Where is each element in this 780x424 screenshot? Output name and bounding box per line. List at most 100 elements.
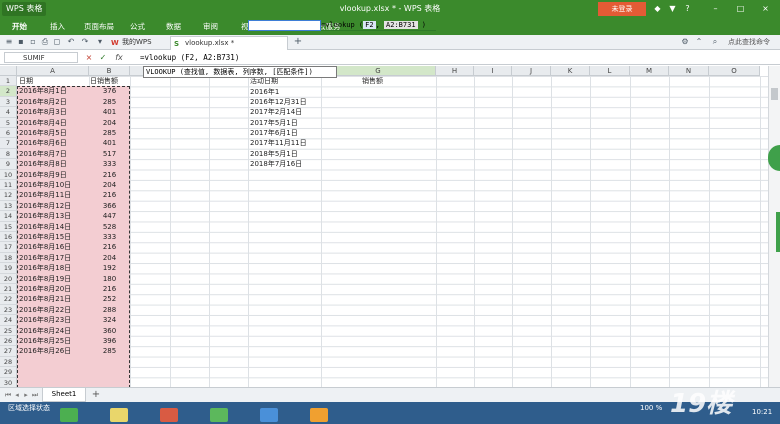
last-sheet-icon[interactable]: ⏭ (31, 391, 39, 400)
header-date[interactable]: 日期 (19, 76, 89, 86)
table-cell-date[interactable]: 2016年8月12日 (19, 201, 89, 211)
row-header[interactable]: 22 (0, 294, 17, 305)
column-header-b[interactable]: B (89, 66, 130, 76)
table-cell-date[interactable]: 2016年8月6日 (19, 138, 89, 148)
close-icon[interactable]: × (760, 3, 771, 14)
table-cell-sales[interactable]: 447 (89, 211, 130, 221)
menu-page-layout[interactable]: 页面布局 (84, 18, 114, 35)
table-cell-sales[interactable]: 216 (89, 242, 130, 252)
name-box[interactable]: SUMIF (4, 52, 78, 63)
row-header[interactable]: 15 (0, 221, 17, 232)
table-cell-sales[interactable]: 216 (89, 190, 130, 200)
row-header[interactable]: 4 (0, 107, 17, 118)
row-header[interactable]: 13 (0, 200, 17, 212)
table-cell-date[interactable]: 2016年8月19日 (19, 274, 89, 284)
row-header[interactable]: 21 (0, 284, 17, 295)
menu-data[interactable]: 数据 (166, 18, 181, 35)
table-cell-date[interactable]: 2016年8月13日 (19, 211, 89, 221)
table-cell-sales[interactable]: 396 (89, 336, 130, 346)
table-cell-sales[interactable]: 324 (89, 315, 130, 325)
menu-start[interactable]: 开始 (12, 18, 27, 35)
redo-icon[interactable]: ↷ (80, 37, 90, 47)
table-cell-sales[interactable]: 366 (89, 201, 130, 211)
prev-sheet-icon[interactable]: ◂ (13, 391, 21, 400)
row-header[interactable]: 25 (0, 325, 17, 336)
row-header[interactable]: 14 (0, 211, 17, 222)
side-panel-tab[interactable] (776, 212, 780, 252)
column-header-l[interactable]: L (590, 66, 630, 76)
column-header-k[interactable]: K (551, 66, 590, 76)
formula-input[interactable]: =vlookup (F2, A2:B731) (140, 52, 760, 63)
editing-cell-g2[interactable]: =vlookup (F2, A2:B731 ) (321, 20, 436, 32)
active-cell-f2[interactable] (248, 20, 321, 32)
table-cell-sales[interactable]: 216 (89, 284, 130, 294)
table-cell-date[interactable]: 2016年8月16日 (19, 242, 89, 252)
table-cell-date[interactable]: 2016年8月7日 (19, 149, 89, 159)
table-cell-sales[interactable]: 333 (89, 159, 130, 169)
sheet-tab-sheet1[interactable]: Sheet1 (42, 388, 86, 402)
preview-icon[interactable]: ◻ (52, 37, 62, 47)
table-cell-date[interactable]: 2016年8月11日 (19, 190, 89, 200)
taskbar-app-icon[interactable] (60, 408, 78, 422)
column-header-g[interactable]: G (321, 66, 436, 76)
row-header[interactable]: 6 (0, 128, 17, 139)
table-cell-date[interactable]: 2016年8月3日 (19, 107, 89, 117)
cell-f2[interactable]: 2016年1 (250, 87, 320, 97)
row-header[interactable]: 2 (0, 86, 17, 97)
row-header[interactable]: 5 (0, 117, 17, 128)
table-cell-sales[interactable]: 528 (89, 222, 130, 232)
shield-icon[interactable]: ◆ (652, 3, 663, 14)
gear-icon[interactable]: ⚙ (680, 37, 690, 47)
scroll-thumb[interactable] (771, 88, 778, 100)
login-button[interactable]: 未登录 (598, 2, 646, 16)
table-cell-date[interactable]: 2016年8月23日 (19, 315, 89, 325)
table-cell-date[interactable]: 2016年8月15日 (19, 232, 89, 242)
minimize-icon[interactable]: – (710, 3, 721, 14)
table-cell-date[interactable]: 2016年8月18日 (19, 263, 89, 273)
table-cell-sales[interactable]: 517 (89, 149, 130, 159)
taskbar-chat-icon[interactable] (310, 408, 328, 422)
column-header-m[interactable]: M (630, 66, 669, 76)
lookup-cell-date[interactable]: 2018年5月1日 (250, 149, 320, 159)
taskbar-wps-icon[interactable] (210, 408, 228, 422)
table-cell-date[interactable]: 2016年8月14日 (19, 222, 89, 232)
table-cell-sales[interactable]: 360 (89, 326, 130, 336)
table-cell-date[interactable]: 2016年8月10日 (19, 180, 89, 190)
table-cell-date[interactable]: 2016年8月8日 (19, 159, 89, 169)
dropdown-icon[interactable]: ▾ (95, 37, 105, 47)
column-header-o[interactable]: O (709, 66, 760, 76)
spreadsheet-grid[interactable]: ABCDEFGHIJKLMNO 123456789101112131415161… (0, 66, 768, 387)
row-header[interactable]: 30 (0, 377, 17, 387)
row-header[interactable]: 20 (0, 273, 17, 284)
new-tab-icon[interactable]: + (293, 37, 303, 47)
lookup-cell-date[interactable]: 2017年6月1日 (250, 128, 320, 138)
chevron-up-icon[interactable]: ⌃ (694, 37, 704, 47)
confirm-button[interactable]: ✓ (98, 52, 108, 63)
save-icon[interactable]: ▪ (16, 37, 26, 47)
row-header[interactable]: 12 (0, 190, 17, 201)
table-cell-sales[interactable]: 285 (89, 346, 130, 356)
table-cell-date[interactable]: 2016年8月5日 (19, 128, 89, 138)
insert-function-button[interactable]: fx (114, 52, 124, 63)
table-cell-sales[interactable]: 252 (89, 294, 130, 304)
row-header[interactable]: 28 (0, 356, 17, 368)
tab-vlookup[interactable]: S vlookup.xlsx * (170, 36, 288, 50)
table-cell-date[interactable]: 2016年8月20日 (19, 284, 89, 294)
table-cell-sales[interactable]: 192 (89, 263, 130, 273)
menu-review[interactable]: 审阅 (203, 18, 218, 35)
lookup-cell-date[interactable]: 2017年2月14日 (250, 107, 320, 117)
table-cell-sales[interactable]: 333 (89, 232, 130, 242)
table-cell-sales[interactable]: 204 (89, 180, 130, 190)
row-header[interactable]: 8 (0, 148, 17, 160)
print-icon[interactable]: ⎙ (40, 37, 50, 47)
taskbar-media-icon[interactable] (260, 408, 278, 422)
column-header-i[interactable]: I (474, 66, 512, 76)
cancel-button[interactable]: × (84, 52, 94, 63)
taskbar-browser-icon[interactable] (160, 408, 178, 422)
menu-formula[interactable]: 公式 (130, 18, 145, 35)
maximize-icon[interactable]: □ (735, 3, 746, 14)
table-cell-date[interactable]: 2016年8月26日 (19, 346, 89, 356)
zoom-level[interactable]: 100 % (640, 403, 662, 413)
search-icon[interactable]: ⌕ (710, 37, 720, 47)
column-header-a[interactable]: A (17, 66, 89, 76)
